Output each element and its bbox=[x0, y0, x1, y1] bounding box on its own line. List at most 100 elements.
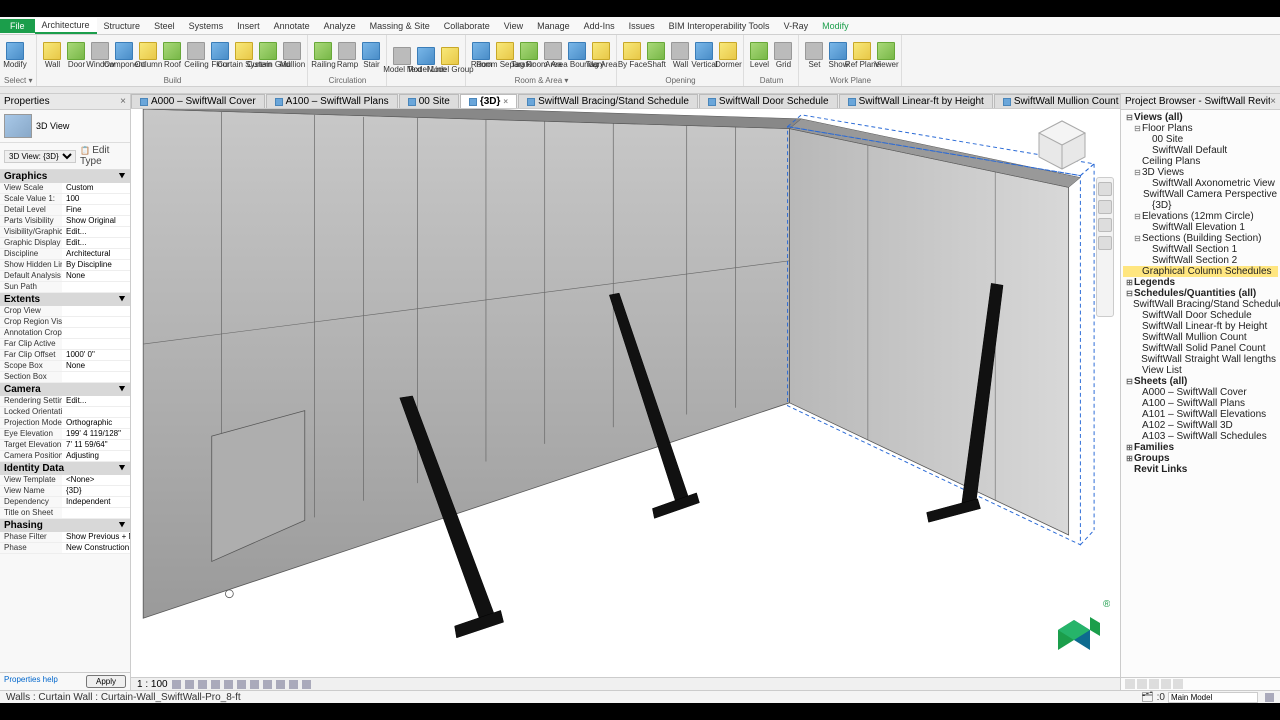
view-tab[interactable]: A000 – SwiftWall Cover bbox=[131, 94, 265, 108]
property-value[interactable] bbox=[62, 306, 130, 316]
orbit-icon[interactable] bbox=[1098, 236, 1112, 250]
ribbon-button-shaft[interactable]: Shaft bbox=[645, 41, 667, 70]
ribbon-tab-structure[interactable]: Structure bbox=[97, 19, 148, 33]
tree-toggle-icon[interactable]: ⊟ bbox=[1133, 211, 1142, 222]
tree-item[interactable]: SwiftWall Axonometric View bbox=[1123, 178, 1278, 189]
property-value[interactable]: 100 bbox=[62, 194, 130, 204]
property-value[interactable]: <None> bbox=[62, 475, 130, 485]
view-tab[interactable]: SwiftWall Door Schedule bbox=[699, 94, 838, 108]
property-value[interactable]: Orthographic bbox=[62, 418, 130, 428]
detail-level-icon[interactable] bbox=[172, 680, 181, 689]
ribbon-tab-v-ray[interactable]: V-Ray bbox=[777, 19, 816, 33]
ribbon-button-wall[interactable]: Wall bbox=[41, 41, 63, 70]
navigation-bar[interactable] bbox=[1096, 177, 1114, 317]
ribbon-button-tag-room[interactable]: Tag Room bbox=[518, 41, 540, 70]
tree-item[interactable]: A103 – SwiftWall Schedules bbox=[1123, 431, 1278, 442]
tree-item[interactable]: 00 Site bbox=[1123, 134, 1278, 145]
property-value[interactable]: Edit... bbox=[62, 238, 130, 248]
edit-type-button[interactable]: 📋 Edit Type bbox=[80, 145, 126, 167]
property-section-header[interactable]: Identity Data⯆ bbox=[0, 462, 130, 475]
tree-toggle-icon[interactable]: ⊞ bbox=[1125, 442, 1134, 453]
browser-footer-icon[interactable] bbox=[1161, 679, 1171, 689]
ribbon-tab-analyze[interactable]: Analyze bbox=[317, 19, 363, 33]
property-value[interactable]: Show Original bbox=[62, 216, 130, 226]
apply-button[interactable]: Apply bbox=[86, 675, 126, 688]
property-value[interactable]: Adjusting bbox=[62, 451, 130, 461]
ribbon-button-stair[interactable]: Stair bbox=[360, 41, 382, 70]
ribbon-button-roof[interactable]: Roof bbox=[161, 41, 183, 70]
property-value[interactable] bbox=[62, 372, 130, 382]
ribbon-tab-view[interactable]: View bbox=[497, 19, 530, 33]
property-value[interactable]: {3D} bbox=[62, 486, 130, 496]
ribbon-tab-modify[interactable]: Modify bbox=[815, 19, 856, 33]
ribbon-button-set[interactable]: Set bbox=[803, 41, 825, 70]
property-value[interactable]: 199' 4 119/128" bbox=[62, 429, 130, 439]
sun-path-icon[interactable] bbox=[198, 680, 207, 689]
property-value[interactable]: Architectural bbox=[62, 249, 130, 259]
ribbon-button-mullion[interactable]: Mullion bbox=[281, 41, 303, 70]
ribbon-button-grid[interactable]: Grid bbox=[772, 41, 794, 70]
ribbon-tab-massing-site[interactable]: Massing & Site bbox=[363, 19, 437, 33]
property-value[interactable]: Independent bbox=[62, 497, 130, 507]
visual-style-icon[interactable] bbox=[185, 680, 194, 689]
crop-region-icon[interactable] bbox=[250, 680, 259, 689]
tree-item[interactable]: SwiftWall Elevation 1 bbox=[1123, 222, 1278, 233]
property-value[interactable] bbox=[62, 328, 130, 338]
tree-item[interactable]: A102 – SwiftWall 3D bbox=[1123, 420, 1278, 431]
tree-toggle-icon[interactable]: ⊟ bbox=[1125, 376, 1134, 387]
ribbon-button-column[interactable]: Column bbox=[137, 41, 159, 70]
tree-item[interactable]: ⊞Legends bbox=[1123, 277, 1278, 288]
property-section-header[interactable]: Graphics⯆ bbox=[0, 170, 130, 183]
property-value[interactable]: New Construction bbox=[62, 543, 130, 553]
unlock-icon[interactable] bbox=[263, 680, 272, 689]
ribbon-tab-annotate[interactable]: Annotate bbox=[267, 19, 317, 33]
ribbon-button-curtain-grid[interactable]: Curtain Grid bbox=[257, 41, 279, 70]
close-icon[interactable]: × bbox=[503, 97, 508, 106]
tree-item[interactable]: A100 – SwiftWall Plans bbox=[1123, 398, 1278, 409]
pan-icon[interactable] bbox=[1098, 200, 1112, 214]
worksharing-icon[interactable] bbox=[302, 680, 311, 689]
tree-item[interactable]: SwiftWall Section 2 bbox=[1123, 255, 1278, 266]
tree-toggle-icon[interactable]: ⊟ bbox=[1125, 288, 1134, 299]
selection-count-icon[interactable]: 🗂 :0 bbox=[1141, 692, 1165, 703]
tree-item[interactable]: ⊞Families bbox=[1123, 442, 1278, 453]
tree-item[interactable]: SwiftWall Mullion Count bbox=[1123, 332, 1278, 343]
ribbon-tab-architecture[interactable]: Architecture bbox=[35, 18, 97, 34]
tree-item[interactable]: SwiftWall Straight Wall lengths bbox=[1123, 354, 1278, 365]
zoom-icon[interactable] bbox=[1098, 218, 1112, 232]
tree-item[interactable]: SwiftWall Section 1 bbox=[1123, 244, 1278, 255]
close-icon[interactable]: × bbox=[120, 96, 126, 107]
view-tab[interactable]: {3D}× bbox=[460, 94, 517, 108]
workset-combo[interactable] bbox=[1168, 692, 1258, 703]
ribbon-tab-issues[interactable]: Issues bbox=[622, 19, 662, 33]
tree-item[interactable]: SwiftWall Default bbox=[1123, 145, 1278, 156]
property-value[interactable] bbox=[62, 339, 130, 349]
tree-toggle-icon[interactable]: ⊟ bbox=[1133, 123, 1142, 134]
steering-wheel-icon[interactable] bbox=[1098, 182, 1112, 196]
property-value[interactable]: 7' 11 59/64" bbox=[62, 440, 130, 450]
property-value[interactable]: None bbox=[62, 271, 130, 281]
tree-item[interactable]: ⊟Sections (Building Section) bbox=[1123, 233, 1278, 244]
ribbon-button-door[interactable]: Door bbox=[65, 41, 87, 70]
property-section-header[interactable]: Phasing⯆ bbox=[0, 519, 130, 532]
tree-toggle-icon[interactable]: ⊞ bbox=[1125, 453, 1134, 464]
tree-item[interactable]: SwiftWall Camera Perspective bbox=[1123, 189, 1278, 200]
view-scale-label[interactable]: 1 : 100 bbox=[137, 679, 168, 690]
tree-item[interactable]: ⊟Views (all) bbox=[1123, 112, 1278, 123]
type-selector[interactable]: 3D View bbox=[0, 110, 130, 143]
rendering-icon[interactable] bbox=[224, 680, 233, 689]
ribbon-tab-file[interactable]: File bbox=[0, 19, 35, 33]
ribbon-tab-add-ins[interactable]: Add-Ins bbox=[577, 19, 622, 33]
tree-item[interactable]: ⊟Floor Plans bbox=[1123, 123, 1278, 134]
tree-item[interactable]: A000 – SwiftWall Cover bbox=[1123, 387, 1278, 398]
tree-item[interactable]: ⊟Sheets (all) bbox=[1123, 376, 1278, 387]
tree-item[interactable]: Revit Links bbox=[1123, 464, 1278, 475]
ribbon-button-level[interactable]: Level bbox=[748, 41, 770, 70]
property-value[interactable]: 1000' 0" bbox=[62, 350, 130, 360]
ribbon-tab-collaborate[interactable]: Collaborate bbox=[437, 19, 497, 33]
tree-item[interactable]: ⊞Groups bbox=[1123, 453, 1278, 464]
ribbon-button-modify[interactable]: Modify bbox=[4, 41, 26, 70]
ribbon-button-by-face[interactable]: By Face bbox=[621, 41, 643, 70]
ribbon-button-viewer[interactable]: Viewer bbox=[875, 41, 897, 70]
property-value[interactable] bbox=[62, 317, 130, 327]
